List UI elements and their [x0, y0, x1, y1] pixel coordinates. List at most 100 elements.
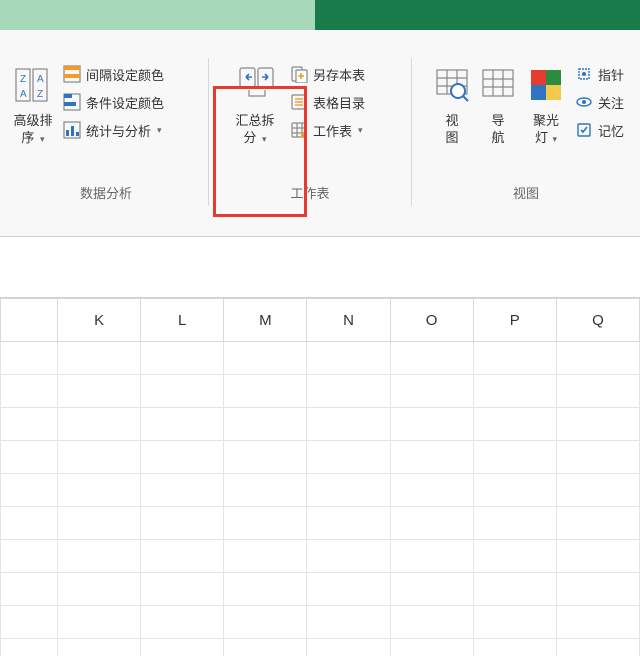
view-button[interactable]: 视 图	[432, 58, 472, 146]
stats-analysis-button[interactable]: 统计与分析 ▾	[62, 120, 164, 140]
col-header-Q[interactable]: Q	[556, 299, 639, 342]
cell[interactable]	[473, 573, 556, 606]
cell[interactable]	[224, 639, 307, 656]
cell[interactable]	[1, 639, 58, 656]
cell[interactable]	[556, 375, 639, 408]
cell[interactable]	[473, 441, 556, 474]
cell[interactable]	[473, 507, 556, 540]
cell[interactable]	[224, 573, 307, 606]
cell[interactable]	[556, 342, 639, 375]
interval-color-button[interactable]: 间隔设定颜色	[62, 64, 164, 84]
record-button[interactable]: 记忆	[574, 120, 624, 140]
cell[interactable]	[224, 342, 307, 375]
cell[interactable]	[390, 408, 473, 441]
col-header-M[interactable]: M	[224, 299, 307, 342]
cell[interactable]	[58, 342, 141, 375]
cell[interactable]	[58, 573, 141, 606]
cell[interactable]	[473, 408, 556, 441]
cell[interactable]	[307, 606, 390, 639]
cell[interactable]	[141, 375, 224, 408]
cond-color-button[interactable]: 条件设定颜色	[62, 92, 164, 112]
spreadsheet-grid[interactable]: KLMNOPQ	[0, 298, 640, 656]
cell[interactable]	[141, 540, 224, 573]
cell[interactable]	[307, 474, 390, 507]
cell[interactable]	[390, 441, 473, 474]
worksheet-button[interactable]: 工作表 ▾	[289, 120, 365, 140]
pointer-button[interactable]: 指针	[574, 64, 624, 84]
cell[interactable]	[1, 441, 58, 474]
cell[interactable]	[556, 474, 639, 507]
follow-button[interactable]: 关注	[574, 92, 624, 112]
cell[interactable]	[141, 474, 224, 507]
save-as-button[interactable]: 另存本表	[289, 64, 365, 84]
advanced-sort-button[interactable]: Z A A Z 高级排 序 ▾	[10, 58, 56, 148]
cell[interactable]	[307, 375, 390, 408]
cell[interactable]	[58, 474, 141, 507]
cell[interactable]	[307, 507, 390, 540]
cell[interactable]	[58, 408, 141, 441]
cell[interactable]	[390, 573, 473, 606]
cell[interactable]	[390, 474, 473, 507]
cell[interactable]	[141, 342, 224, 375]
cell[interactable]	[390, 639, 473, 656]
toc-button[interactable]: 表格目录	[289, 92, 365, 112]
cell[interactable]	[224, 375, 307, 408]
cell[interactable]	[141, 408, 224, 441]
cell[interactable]	[390, 507, 473, 540]
cell[interactable]	[58, 540, 141, 573]
cell[interactable]	[473, 342, 556, 375]
cell[interactable]	[556, 639, 639, 656]
cell[interactable]	[473, 474, 556, 507]
cell[interactable]	[224, 540, 307, 573]
cell[interactable]	[1, 540, 58, 573]
cell[interactable]	[1, 573, 58, 606]
col-header-K[interactable]: K	[58, 299, 141, 342]
cell[interactable]	[390, 540, 473, 573]
cell[interactable]	[141, 573, 224, 606]
cell[interactable]	[224, 408, 307, 441]
cell[interactable]	[1, 507, 58, 540]
cell[interactable]	[224, 606, 307, 639]
cell[interactable]	[473, 639, 556, 656]
cell[interactable]	[1, 342, 58, 375]
col-header-P[interactable]: P	[473, 299, 556, 342]
spotlight-button[interactable]: 聚光 灯 ▾	[524, 58, 568, 148]
cell[interactable]	[556, 606, 639, 639]
cell[interactable]	[473, 540, 556, 573]
cell[interactable]	[141, 441, 224, 474]
cell[interactable]	[141, 507, 224, 540]
formula-bar-area[interactable]	[0, 237, 640, 298]
cell[interactable]	[141, 639, 224, 656]
cell[interactable]	[58, 606, 141, 639]
cell[interactable]	[224, 441, 307, 474]
cell[interactable]	[307, 408, 390, 441]
cell[interactable]	[556, 441, 639, 474]
cell[interactable]	[390, 606, 473, 639]
cell[interactable]	[1, 408, 58, 441]
col-header-N[interactable]: N	[307, 299, 390, 342]
cell[interactable]	[224, 507, 307, 540]
cell[interactable]	[224, 474, 307, 507]
cell[interactable]	[556, 507, 639, 540]
cell[interactable]	[1, 375, 58, 408]
cell[interactable]	[58, 441, 141, 474]
cell[interactable]	[556, 408, 639, 441]
cell[interactable]	[307, 540, 390, 573]
cell[interactable]	[58, 375, 141, 408]
col-header-O[interactable]: O	[390, 299, 473, 342]
cell[interactable]	[473, 606, 556, 639]
cell[interactable]	[1, 606, 58, 639]
cell[interactable]	[307, 342, 390, 375]
cell[interactable]	[556, 573, 639, 606]
cell[interactable]	[58, 639, 141, 656]
cell[interactable]	[58, 507, 141, 540]
cell[interactable]	[556, 540, 639, 573]
nav-button[interactable]: 导 航	[478, 58, 518, 146]
cell[interactable]	[390, 375, 473, 408]
col-header-L[interactable]: L	[141, 299, 224, 342]
cell[interactable]	[1, 474, 58, 507]
cell[interactable]	[307, 639, 390, 656]
cell[interactable]	[307, 573, 390, 606]
row-header-corner[interactable]	[1, 299, 58, 342]
cell[interactable]	[307, 441, 390, 474]
